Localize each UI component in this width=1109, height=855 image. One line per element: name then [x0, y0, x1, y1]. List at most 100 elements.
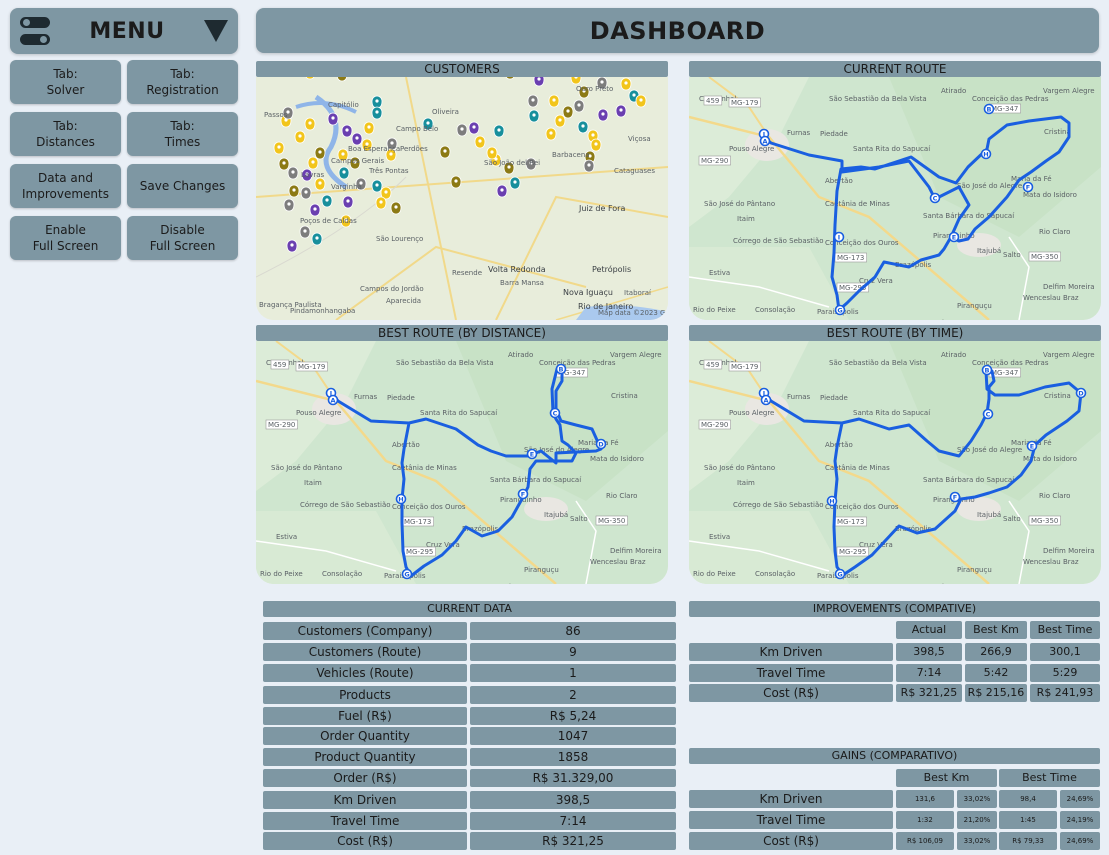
customer-pin-icon[interactable]	[288, 184, 300, 198]
customer-pin-icon[interactable]	[583, 159, 595, 173]
route-stop-icon[interactable]: F	[517, 488, 529, 500]
customer-pin-icon[interactable]	[304, 117, 316, 131]
customer-pin-icon[interactable]	[468, 121, 480, 135]
customer-pin-icon[interactable]	[341, 124, 353, 138]
route-stop-icon[interactable]: F	[1022, 181, 1034, 193]
route-stop-icon[interactable]: D	[1075, 387, 1087, 399]
tab-registration-button[interactable]: Tab: Registration	[127, 60, 238, 104]
customer-pin-icon[interactable]	[338, 166, 350, 180]
customer-pin-icon[interactable]	[371, 179, 383, 193]
map-label: Delfim Moreira	[610, 547, 662, 555]
row-value: 98,4	[999, 790, 1057, 808]
customer-pin-icon[interactable]	[351, 132, 363, 146]
customer-pin-icon[interactable]	[620, 77, 632, 91]
map-label: Córrego de São Sebastião	[733, 237, 824, 245]
customer-pin-icon[interactable]	[528, 109, 540, 123]
map-label: Barbacena	[552, 151, 590, 159]
best-distance-map[interactable]: CongonhalSão Sebastião da Bela VistaAtir…	[256, 341, 668, 584]
customer-pin-icon[interactable]	[307, 156, 319, 170]
customer-pin-icon[interactable]	[474, 135, 486, 149]
customer-pin-icon[interactable]	[548, 94, 560, 108]
customer-pin-icon[interactable]	[299, 225, 311, 239]
customer-pin-icon[interactable]	[450, 175, 462, 189]
customer-pin-icon[interactable]	[486, 146, 498, 160]
route-stop-icon[interactable]: B	[983, 103, 995, 115]
customer-pin-icon[interactable]	[286, 239, 298, 253]
route-stop-icon[interactable]: A	[327, 394, 339, 406]
route-stop-icon[interactable]: E	[948, 231, 960, 243]
customer-pin-icon[interactable]	[615, 104, 627, 118]
menu-header[interactable]: MENU	[10, 8, 238, 54]
route-stop-icon[interactable]: B	[555, 363, 567, 375]
save-changes-button[interactable]: Save Changes	[127, 164, 238, 208]
current-route-map[interactable]: CongonhalSão Sebastião da Bela VistaAtir…	[689, 77, 1101, 320]
customer-pin-icon[interactable]	[273, 141, 285, 155]
customer-pin-icon[interactable]	[533, 77, 545, 87]
row-value: 9	[470, 643, 676, 661]
customer-pin-icon[interactable]	[635, 94, 647, 108]
customer-pin-icon[interactable]	[554, 114, 566, 128]
customer-pin-icon[interactable]	[371, 106, 383, 120]
route-stop-icon[interactable]: B	[981, 364, 993, 376]
route-stop-icon[interactable]: H	[395, 493, 407, 505]
route-stop-icon[interactable]: A	[760, 394, 772, 406]
route-stop-icon[interactable]: G	[834, 568, 846, 580]
route-stop-icon[interactable]: C	[982, 408, 994, 420]
customer-pin-icon[interactable]	[314, 146, 326, 160]
route-stop-icon[interactable]: E	[526, 448, 538, 460]
route-stop-icon[interactable]: D	[595, 438, 607, 450]
tab-times-button[interactable]: Tab: Times	[127, 112, 238, 156]
customer-pin-icon[interactable]	[597, 108, 609, 122]
customer-pin-icon[interactable]	[439, 145, 451, 159]
map-label: Córrego de São Sebastião	[300, 501, 391, 509]
customer-pin-icon[interactable]	[294, 130, 306, 144]
route-stop-icon[interactable]: I	[833, 231, 845, 243]
route-stop-icon[interactable]: H	[980, 148, 992, 160]
customer-pin-icon[interactable]	[545, 127, 557, 141]
row-label: Customers (Route)	[263, 643, 467, 661]
row-value: 5:42	[965, 664, 1027, 682]
chevron-down-icon[interactable]	[204, 20, 228, 42]
route-stop-icon[interactable]: C	[929, 192, 941, 204]
customer-pin-icon[interactable]	[327, 112, 339, 126]
customer-pin-icon[interactable]	[321, 194, 333, 208]
tab-solver-button[interactable]: Tab: Solver	[10, 60, 121, 104]
customer-pin-icon[interactable]	[390, 201, 402, 215]
customer-pin-icon[interactable]	[456, 123, 468, 137]
customers-map[interactable]: Capitólio Passos Oliveira Ouro Preto Campo B…	[256, 77, 668, 320]
customer-pin-icon[interactable]	[371, 95, 383, 109]
customer-pin-icon[interactable]	[363, 121, 375, 135]
route-stop-icon[interactable]: A	[759, 135, 771, 147]
best-time-map[interactable]: CongonhalSão Sebastião da Bela VistaAtir…	[689, 341, 1101, 584]
enable-fullscreen-button[interactable]: Enable Full Screen	[10, 216, 121, 260]
customer-pin-icon[interactable]	[314, 177, 326, 191]
customer-pin-icon[interactable]	[283, 198, 295, 212]
customer-pin-icon[interactable]	[573, 99, 585, 113]
customer-pin-icon[interactable]	[527, 94, 539, 108]
route-stop-icon[interactable]: G	[401, 568, 413, 580]
data-improvements-button[interactable]: Data and Improvements	[10, 164, 121, 208]
customer-pin-icon[interactable]	[496, 184, 508, 198]
customer-pin-icon[interactable]	[309, 203, 321, 217]
tab-distances-button[interactable]: Tab: Distances	[10, 112, 121, 156]
disable-fullscreen-button[interactable]: Disable Full Screen	[127, 216, 238, 260]
route-stop-icon[interactable]: E	[1026, 440, 1038, 452]
route-stop-icon[interactable]: F	[949, 491, 961, 503]
customer-pin-icon[interactable]	[509, 176, 521, 190]
customer-pin-icon[interactable]	[375, 196, 387, 210]
customer-pin-icon[interactable]	[300, 186, 312, 200]
customer-pin-icon[interactable]	[342, 195, 354, 209]
customer-pin-icon[interactable]	[287, 166, 299, 180]
customer-pin-icon[interactable]	[493, 124, 505, 138]
route-stop-icon[interactable]: H	[826, 495, 838, 507]
customer-pin-icon[interactable]	[278, 157, 290, 171]
customer-pin-icon[interactable]	[311, 232, 323, 246]
route-stop-icon[interactable]: C	[549, 407, 561, 419]
customer-pin-icon[interactable]	[562, 105, 574, 119]
customer-pin-icon[interactable]	[570, 77, 582, 85]
route-stop-icon[interactable]: G	[834, 304, 846, 316]
map-label: Mata do Isidoro	[590, 455, 644, 463]
toggle-icon[interactable]	[20, 17, 50, 45]
customer-pin-icon[interactable]	[590, 138, 602, 152]
customer-pin-icon[interactable]	[577, 120, 589, 134]
